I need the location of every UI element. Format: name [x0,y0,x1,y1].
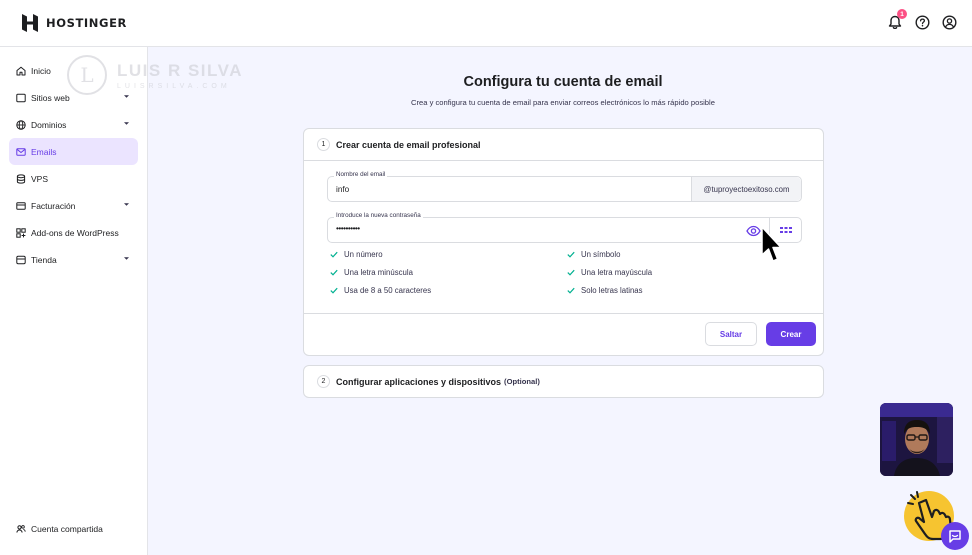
password-value: •••••••••• [336,224,360,233]
server-icon [16,173,26,184]
requirement-item: Solo letras latinas [567,286,643,295]
check-icon [567,269,575,276]
sidebar-item-emails[interactable]: Emails [9,138,138,165]
requirement-label: Una letra minúscula [344,268,413,277]
step-title: Crear cuenta de email profesional [336,139,481,150]
sidebar-item-label: Emails [31,146,57,157]
page-title: Configura tu cuenta de email [463,74,663,90]
step-create-email-card: 1 Crear cuenta de email profesional Nomb… [303,128,824,356]
chat-icon [949,530,961,543]
sidebar-item-vps[interactable]: VPS [9,165,138,192]
check-icon [330,251,338,258]
step-header: 1 Crear cuenta de email profesional [317,138,481,151]
hostinger-logo[interactable]: HOSTINGER [22,14,127,32]
email-name-value: info [336,185,350,194]
notification-badge: 1 [897,9,907,19]
divider [304,160,823,161]
presenter-image [880,403,953,476]
step-title: Configurar aplicaciones y dispositivos [336,376,502,387]
requirement-label: Solo letras latinas [581,286,643,295]
notifications-button[interactable]: 1 [886,9,907,31]
shared-account-link[interactable]: Cuenta compartida [16,524,103,534]
users-icon [16,525,26,533]
check-icon [567,251,575,258]
password-field[interactable]: Introduce la nueva contraseña •••••••••• [327,212,802,243]
sidebar-item-label: Sitios web [31,92,70,103]
requirement-item: Un símbolo [567,250,620,259]
mail-icon [16,147,26,157]
chevron-down-icon [124,257,129,260]
sidebar-item-dominios[interactable]: Dominios [9,111,138,138]
addons-icon [16,227,26,238]
email-name-field[interactable]: Nombre del email info @tuproyectoexitoso… [327,171,802,202]
create-button[interactable]: Crear [766,322,816,346]
home-icon [16,66,26,76]
check-icon [330,269,338,276]
mouse-cursor-icon [761,226,782,262]
brand-name: HOSTINGER [46,16,127,30]
shared-account-label: Cuenta compartida [31,524,103,534]
webcam-overlay [880,403,953,476]
step-number: 1 [317,138,330,151]
chat-button[interactable] [941,522,969,550]
sidebar-item-label: Inicio [31,65,51,76]
requirement-item: Un número [330,250,383,259]
sidebar-item-facturacion[interactable]: Facturación [9,192,138,219]
sidebar-item-label: Add-ons de WordPress [31,227,119,238]
sidebar-item-label: Facturación [31,200,76,211]
skip-button[interactable]: Saltar [705,322,757,346]
help-icon [914,14,930,30]
requirement-label: Un símbolo [581,250,621,259]
step-header: 2 Configurar aplicaciones y dispositivos… [317,375,540,388]
sidebar-item-label: Dominios [31,119,67,130]
page-subtitle: Crea y configura tu cuenta de email para… [411,98,715,107]
requirement-item: Una letra minúscula [330,268,413,277]
step-number: 2 [317,375,330,388]
sidebar-item-label: VPS [31,173,49,184]
show-password-button[interactable] [746,224,761,242]
password-label: Introduce la nueva contraseña [334,212,423,219]
step-configure-apps-card[interactable]: 2 Configurar aplicaciones y dispositivos… [303,365,824,398]
requirement-item: Usa de 8 a 50 caracteres [330,286,431,295]
hostinger-logo-icon [22,14,38,32]
check-icon [330,287,338,294]
billing-icon [16,201,26,211]
top-bar: HOSTINGER 1 [0,0,972,47]
help-button[interactable] [913,13,931,31]
requirement-label: Usa de 8 a 50 caracteres [344,286,432,295]
user-circle-icon [941,14,957,30]
account-button[interactable] [940,13,958,31]
globe-icon [16,119,26,130]
store-icon [16,255,26,265]
divider [304,313,823,314]
domain-suffix: @tuproyectoexitoso.com [691,177,801,201]
requirement-label: Un número [344,250,383,259]
check-icon [567,287,575,294]
sidebar: Inicio Sitios web Dominios Emails VPS Fa… [0,47,148,555]
requirement-label: Una letra mayúscula [581,268,653,277]
optional-label: (Optional) [504,377,540,386]
eye-icon [746,225,761,237]
watermark-logo: L [67,55,107,95]
sidebar-item-label: Tienda [31,254,57,265]
requirement-item: Una letra mayúscula [567,268,652,277]
sidebar-item-tienda[interactable]: Tienda [9,246,138,273]
chevron-down-icon [124,203,129,206]
email-name-label: Nombre del email [334,171,388,178]
website-icon [16,93,26,103]
chevron-down-icon [124,122,129,125]
sidebar-item-addons-wordpress[interactable]: Add-ons de WordPress [9,219,138,246]
